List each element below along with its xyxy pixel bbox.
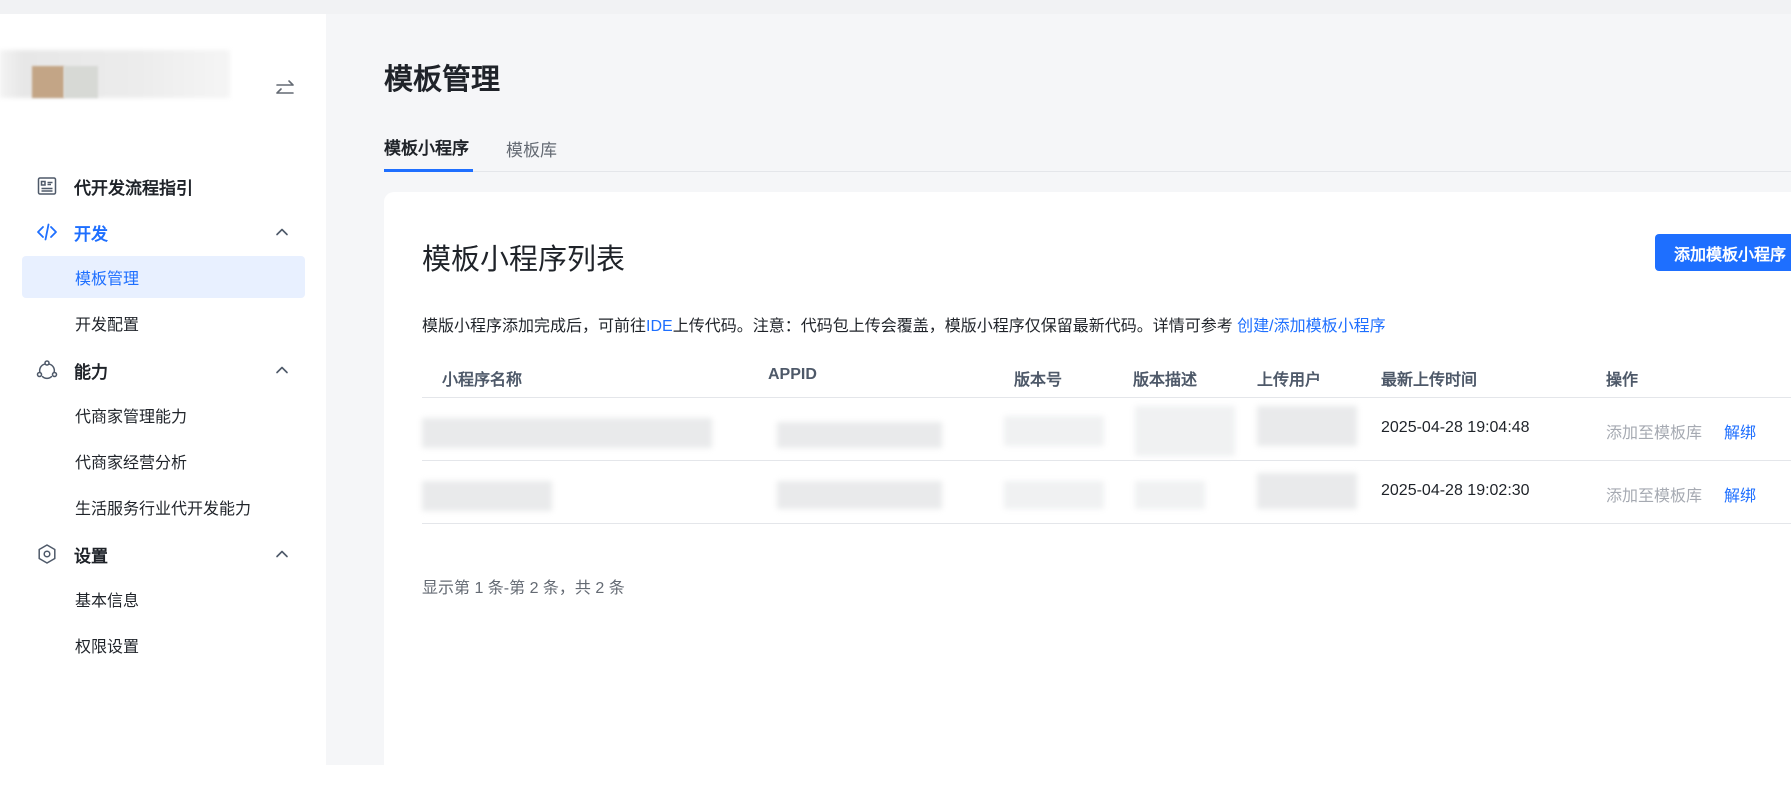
unbind-action[interactable]: 解绑 bbox=[1724, 482, 1756, 506]
chevron-up-icon bbox=[273, 223, 291, 241]
upload-time: 2025-04-28 19:02:30 bbox=[1381, 482, 1530, 499]
sidebar-item-template-management[interactable]: 模板管理 bbox=[22, 256, 305, 298]
redacted-version-desc bbox=[1135, 406, 1235, 456]
code-icon bbox=[36, 221, 58, 243]
notice-text-part: 上传代码。注意：代码包上传会覆盖，模版小程序仅保留最新代码。详情可参考 bbox=[672, 318, 1238, 335]
add-to-library-action: 添加至模板库 bbox=[1606, 488, 1703, 505]
chevron-up-icon bbox=[273, 545, 291, 563]
notice-text-part: 模版小程序添加完成后，可前往 bbox=[422, 318, 647, 335]
create-template-doc-link[interactable]: 创建/添加模板小程序 bbox=[1237, 318, 1385, 335]
main-content: 模板管理 模板小程序 模板库 模板小程序列表 添加模板小程序 模版小程序添加完成… bbox=[326, 14, 1791, 792]
upload-time: 2025-04-28 19:04:48 bbox=[1381, 419, 1530, 436]
pagination-summary: 显示第 1 条-第 2 条，共 2 条 bbox=[422, 580, 625, 597]
sidebar-group-capability[interactable]: 能力 bbox=[22, 348, 305, 392]
guide-list-icon bbox=[36, 175, 58, 197]
add-template-button[interactable]: 添加模板小程序 bbox=[1655, 234, 1791, 271]
add-to-library-action: 添加至模板库 bbox=[1606, 425, 1703, 442]
redacted-upload-user bbox=[1257, 406, 1357, 446]
redacted-appid bbox=[777, 422, 942, 448]
sidebar-item-life-service[interactable]: 生活服务行业代开发能力 bbox=[22, 486, 305, 528]
redacted-version-desc bbox=[1135, 481, 1205, 509]
redacted-version bbox=[1004, 416, 1104, 446]
template-table: 小程序名称 APPID 版本号 版本描述 上传用户 最新上传时间 操作 2025… bbox=[422, 354, 1791, 524]
tab-template-miniprogram[interactable]: 模板小程序 bbox=[384, 124, 473, 172]
sidebar-group-label: 能力 bbox=[74, 362, 108, 382]
redacted-appid bbox=[777, 481, 942, 509]
top-bar bbox=[0, 0, 1791, 14]
sidebar-item-merchant-analytics[interactable]: 代商家经营分析 bbox=[22, 440, 305, 482]
column-header-appid: APPID bbox=[768, 366, 817, 383]
redacted-name bbox=[422, 481, 552, 511]
column-header-upload-user: 上传用户 bbox=[1257, 372, 1322, 389]
account-avatar bbox=[32, 66, 64, 98]
chevron-up-icon bbox=[273, 361, 291, 379]
account-avatar-blur bbox=[64, 66, 98, 98]
card-title: 模板小程序列表 bbox=[422, 244, 626, 276]
table-header: 小程序名称 APPID 版本号 版本描述 上传用户 最新上传时间 操作 bbox=[422, 354, 1791, 398]
page-title: 模板管理 bbox=[384, 64, 501, 96]
tab-bar: 模板小程序 模板库 bbox=[384, 124, 1791, 172]
unbind-action[interactable]: 解绑 bbox=[1724, 419, 1756, 443]
column-header-version-desc: 版本描述 bbox=[1133, 372, 1198, 389]
redacted-version bbox=[1004, 481, 1104, 509]
collapse-arrows-icon[interactable] bbox=[274, 78, 296, 100]
template-list-card: 模板小程序列表 添加模板小程序 模版小程序添加完成后，可前往IDE上传代码。注意… bbox=[384, 192, 1791, 792]
settings-icon bbox=[36, 543, 58, 565]
sidebar: 代开发流程指引 开发 模板管理 开发配置 能力 代商家管理能力 代商家经营分析 … bbox=[0, 14, 326, 765]
table-row: 2025-04-28 19:04:48 添加至模板库 解绑 bbox=[422, 398, 1791, 461]
column-header-actions: 操作 bbox=[1606, 372, 1639, 389]
sidebar-item-permissions[interactable]: 权限设置 bbox=[22, 624, 305, 666]
notice-text: 模版小程序添加完成后，可前往IDE上传代码。注意：代码包上传会覆盖，模版小程序仅… bbox=[422, 312, 1386, 336]
capability-icon bbox=[36, 359, 58, 381]
column-header-upload-time: 最新上传时间 bbox=[1381, 372, 1478, 389]
sidebar-group-label: 设置 bbox=[74, 546, 108, 566]
redacted-name bbox=[422, 418, 712, 448]
tab-template-library[interactable]: 模板库 bbox=[506, 124, 557, 172]
sidebar-item-guide[interactable]: 代开发流程指引 bbox=[22, 164, 305, 208]
sidebar-item-dev-config[interactable]: 开发配置 bbox=[22, 302, 305, 344]
sidebar-item-basic-info[interactable]: 基本信息 bbox=[22, 578, 305, 620]
column-header-name: 小程序名称 bbox=[442, 372, 523, 389]
sidebar-group-label: 开发 bbox=[74, 224, 108, 244]
ide-link[interactable]: IDE bbox=[646, 318, 673, 335]
column-header-version: 版本号 bbox=[1014, 372, 1063, 389]
sidebar-group-settings[interactable]: 设置 bbox=[22, 532, 305, 576]
redacted-upload-user bbox=[1257, 473, 1357, 509]
table-row: 2025-04-28 19:02:30 添加至模板库 解绑 bbox=[422, 461, 1791, 524]
sidebar-item-merchant-management[interactable]: 代商家管理能力 bbox=[22, 394, 305, 436]
sidebar-item-label: 代开发流程指引 bbox=[74, 178, 193, 198]
sidebar-group-develop[interactable]: 开发 bbox=[22, 210, 305, 254]
